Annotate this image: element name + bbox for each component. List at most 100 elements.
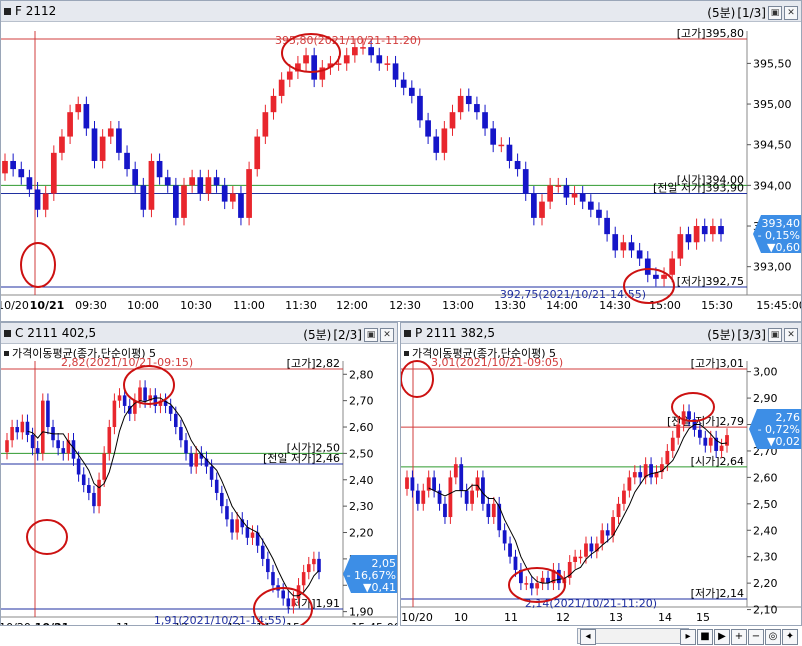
put-candle-chart[interactable]: 3,002,902,802,702,602,502,402,302,202,10… [401,323,802,626]
badge-change: ▼0,02 [767,435,800,448]
candle-body [628,242,635,251]
candle-body [555,185,562,187]
zoom-out-icon[interactable]: − [748,629,764,645]
y-tick-label: 2,60 [753,471,778,484]
candle-body [453,464,458,478]
candle-body [701,226,708,235]
put-option-chart-panel[interactable]: P 2111 382,5 (5분) [3/3] ▣ ✕ 가격이동평균(종가,단순이평)… [400,322,802,626]
scroll-right-icon[interactable]: ▸ [680,629,696,645]
badge-change: ▼0,41 [363,581,396,594]
candle-body [184,440,188,454]
y-tick-label: 2,40 [753,524,778,537]
candle-body [245,527,250,538]
candle-body [235,519,239,533]
candle-body [441,128,448,153]
candle-body [50,152,57,194]
settings-icon[interactable]: ✦ [782,629,798,645]
x-tick-label: 09:30 [75,299,107,312]
candle-body [425,120,431,137]
zoom-in-icon[interactable]: + [731,629,747,645]
candle-body [457,95,464,113]
candle-body [311,55,318,80]
candle-body [421,490,426,504]
candle-body [506,144,513,161]
candle-body [179,427,183,441]
candle-body [708,437,713,446]
candle-body [475,477,480,491]
candle-body [600,530,605,544]
extreme-note: 3,01(2021/10/21-09:05) [431,356,563,369]
candle-body [632,472,637,478]
y-tick-label: 2,20 [753,577,778,590]
x-tick-label: 13:00 [442,299,474,312]
candle-body [317,558,321,573]
x-tick-label: 12:30 [389,299,421,312]
reference-label: [고가]3,01 [691,357,744,370]
candle-body [26,177,33,190]
candle-body [83,104,90,129]
candle-body [41,400,45,454]
x-tick-label: 14 [658,611,672,624]
candle-body [535,583,540,589]
candle-body [181,185,187,218]
x-tick-label: 10/21 [30,299,65,312]
candle-body [725,435,729,446]
candle-body [238,193,244,218]
stop-icon[interactable]: ■ [697,629,713,645]
extreme-note: 2,82(2021/10/21-09:15) [61,356,193,369]
candle-body [376,55,383,64]
reference-label: [고가]395,80 [677,27,744,40]
x-tick-label: 15:00 [649,299,681,312]
candle-body [405,477,409,489]
candle-body [92,492,96,507]
futures-chart-panel[interactable]: F 2112 (5분) [1/3] ▣ ✕ 395,50 395,00 394,50 39… [0,0,802,322]
play-icon[interactable]: ▶ [714,629,730,645]
candle-body [281,590,285,599]
candle-body [225,506,229,520]
candle-body [107,427,112,454]
candle-body [260,545,265,559]
candle-body [246,169,252,218]
candle-body [653,274,659,279]
candle-body [230,519,234,533]
futures-candle-chart[interactable]: 395,50395,00394,50394,00393,50393,0010/2… [1,1,802,322]
candle-body [578,556,583,559]
reference-label: [전일 저가]393,90 [653,180,744,194]
candle-body [303,55,309,64]
candle-body [579,193,586,202]
candle-body [417,95,423,121]
candle-body [563,185,570,198]
y-tick-label: 2,20 [349,527,374,540]
scroll-left-icon[interactable]: ◂ [580,629,596,645]
y-tick-label: 2,60 [349,421,374,434]
candle-body [25,421,30,435]
candle-body [262,112,269,137]
call-candle-chart[interactable]: 2,802,702,602,502,402,302,202,102,001,90… [1,323,398,626]
candle-body [408,87,415,96]
candle-body [587,201,594,210]
candle-body [168,405,173,414]
candle-body [312,558,316,565]
y-axis-area [747,31,801,295]
candle-body [306,564,311,573]
candle-body [685,234,692,243]
candle-body [107,128,114,137]
reference-label: [고가]2,82 [287,357,340,370]
zoom-reset-icon[interactable]: ◎ [765,629,781,645]
y-tick-label: 2,50 [349,447,374,460]
candle-body [612,234,619,251]
candle-body [605,530,610,536]
candle-body [99,136,106,161]
x-tick-label: 15 [696,611,710,624]
candle-body [410,477,415,491]
candle-body [665,450,670,465]
call-option-chart-panel[interactable]: C 2111 402,5 (5분) [2/3] ▣ ✕ 가격이동평균(종가,단순이평)… [0,322,398,626]
candle-body [291,598,296,607]
candle-body [693,226,700,243]
candle-body [148,160,155,210]
candle-body [571,193,578,198]
candle-body [220,492,224,507]
candle-body [638,472,643,478]
candle-body [627,477,632,491]
candle-body [35,448,40,454]
